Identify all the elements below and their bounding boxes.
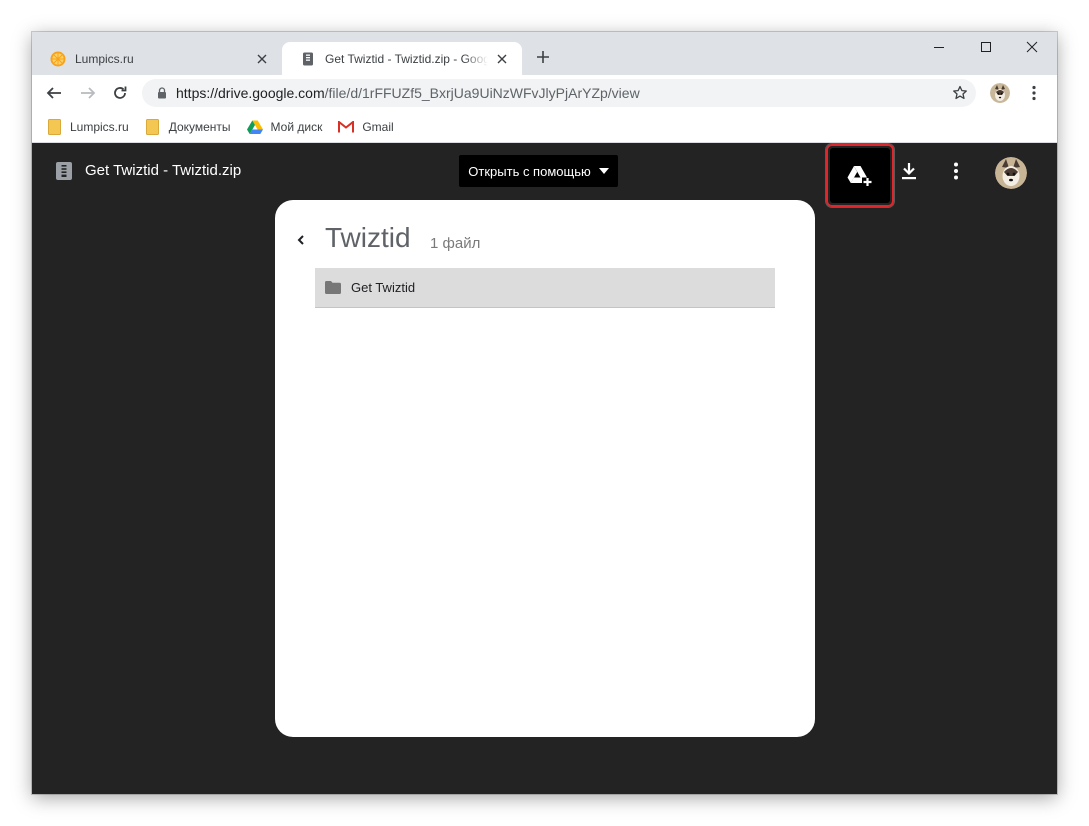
- archive-file-count: 1 файл: [430, 235, 481, 252]
- bookmark-label: Gmail: [362, 119, 394, 134]
- tab-strip: Lumpics.ru Get Twiztid - Twiztid.zip - G…: [32, 32, 1057, 75]
- maximize-button[interactable]: [963, 32, 1009, 62]
- maximize-icon: [981, 42, 991, 52]
- tab-google-drive[interactable]: Get Twiztid - Twiztid.zip - Google Drive: [282, 42, 522, 75]
- caret-down-icon: [598, 168, 609, 174]
- bookmarks-bar: Lumpics.ru Документы Мой диск Gmail: [32, 111, 1057, 143]
- archive-preview-card: Twiztid 1 файл Get Twiztid: [275, 200, 815, 737]
- bookmark-label: Мой диск: [270, 119, 323, 134]
- download-icon: [902, 163, 916, 180]
- url-host: https://drive.google.com: [176, 85, 325, 101]
- reload-button[interactable]: [106, 79, 134, 107]
- reload-icon: [114, 86, 127, 99]
- new-tab-button[interactable]: [532, 46, 554, 68]
- account-avatar[interactable]: [995, 157, 1027, 189]
- folder-icon: [46, 118, 62, 135]
- arrow-left-icon: [46, 87, 61, 99]
- list-item-name: Get Twiztid: [351, 280, 416, 295]
- zip-file-icon: [55, 161, 73, 181]
- viewer-file-title: Get Twiztid - Twiztid.zip: [85, 162, 242, 179]
- tab-title: Lumpics.ru: [75, 51, 134, 66]
- list-item[interactable]: Get Twiztid: [315, 268, 775, 308]
- address-bar[interactable]: https://drive.google.com/file/d/1rFFUZf5…: [142, 79, 976, 107]
- back-button[interactable]: [40, 79, 68, 107]
- bookmark-gmail[interactable]: Gmail: [338, 119, 394, 135]
- archive-name: Twiztid: [325, 222, 411, 253]
- bookmark-lumpics[interactable]: Lumpics.ru: [46, 118, 129, 135]
- close-icon[interactable]: [254, 51, 270, 67]
- star-icon[interactable]: [950, 83, 970, 103]
- browser-toolbar: https://drive.google.com/file/d/1rFFUZf5…: [32, 75, 1057, 111]
- folder-icon: [145, 118, 161, 135]
- google-drive-icon: [246, 119, 263, 135]
- add-to-drive-button[interactable]: [830, 148, 890, 203]
- arrow-right-icon: [81, 87, 96, 99]
- browser-menu-button[interactable]: [1024, 81, 1044, 105]
- close-icon[interactable]: [494, 51, 510, 67]
- drive-file-viewer: Get Twiztid - Twiztid.zip Открыть с помо…: [32, 143, 1057, 794]
- orange-slice-icon: [50, 51, 66, 67]
- more-actions-button[interactable]: [946, 157, 966, 185]
- more-vert-icon: [954, 162, 958, 180]
- lock-icon: [155, 86, 169, 100]
- download-button[interactable]: [896, 157, 922, 185]
- folder-icon: [325, 281, 341, 294]
- profile-avatar[interactable]: [990, 83, 1010, 103]
- tab-title: Get Twiztid - Twiztid.zip - Google Drive: [325, 51, 488, 66]
- bookmark-label: Lumpics.ru: [70, 119, 129, 134]
- close-icon: [1026, 41, 1038, 53]
- minimize-icon: [934, 47, 944, 48]
- url-path: /file/d/1rFFUZf5_BxrjUa9UiNzWFvJlyPjArYZ…: [324, 85, 640, 101]
- chevron-left-icon: [297, 235, 304, 245]
- tab-lumpics[interactable]: Lumpics.ru: [32, 42, 282, 75]
- viewer-header: Get Twiztid - Twiztid.zip Открыть с помо…: [32, 143, 1057, 207]
- bookmark-label: Документы: [168, 119, 231, 134]
- gmail-icon: [338, 119, 355, 135]
- browser-window: Lumpics.ru Get Twiztid - Twiztid.zip - G…: [32, 32, 1057, 794]
- open-with-button[interactable]: Открыть с помощью: [459, 155, 618, 187]
- window-close-button[interactable]: [1009, 32, 1055, 62]
- zip-file-icon: [300, 51, 316, 67]
- open-with-label: Открыть с помощью: [468, 163, 591, 179]
- bookmark-my-drive[interactable]: Мой диск: [246, 119, 323, 135]
- back-button[interactable]: [294, 233, 308, 247]
- more-vert-icon: [1032, 85, 1036, 101]
- forward-button[interactable]: [74, 79, 102, 107]
- bookmark-documents[interactable]: Документы: [145, 118, 231, 135]
- minimize-button[interactable]: [916, 32, 962, 62]
- plus-icon: [537, 51, 549, 63]
- add-to-drive-icon: [847, 165, 872, 186]
